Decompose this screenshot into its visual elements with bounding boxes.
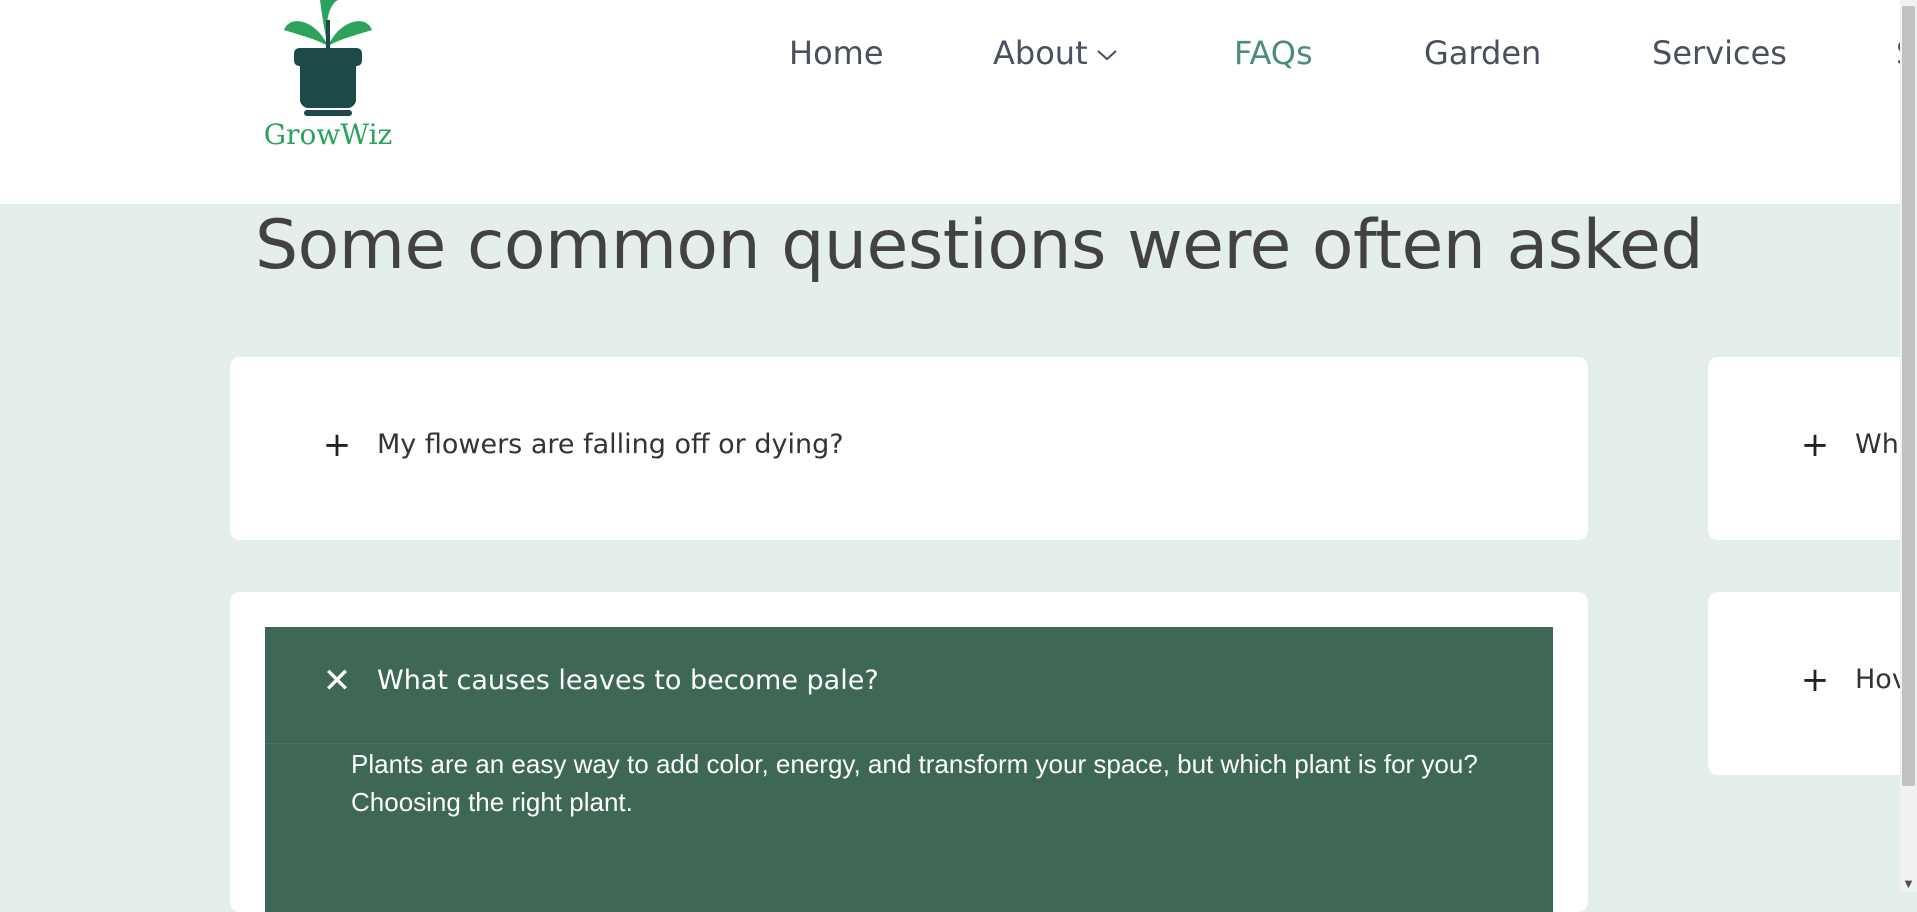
faq-question-row[interactable]: + Hov bbox=[1708, 656, 1917, 706]
nav-home[interactable]: Home bbox=[789, 28, 884, 78]
faq-question-row[interactable]: + Wh bbox=[1708, 421, 1917, 471]
scrollbar-thumb[interactable] bbox=[1902, 6, 1915, 786]
site-header: GrowWiz Home About FAQs Garden Services … bbox=[0, 0, 1900, 204]
faq-question: Wh bbox=[1855, 429, 1899, 460]
page-title: Some common questions were often asked bbox=[255, 206, 1704, 285]
faq-question: My flowers are falling off or dying? bbox=[377, 429, 844, 460]
logo-text: GrowWiz bbox=[263, 118, 393, 151]
plus-icon[interactable]: + bbox=[1800, 428, 1830, 462]
main-nav: Home About FAQs Garden Services S bbox=[0, 28, 1900, 78]
faq-item-expanded[interactable]: ✕ What causes leaves to become pale? Pla… bbox=[230, 592, 1588, 912]
faq-answer: Plants are an easy way to add color, ene… bbox=[351, 749, 1478, 817]
chevron-down-icon bbox=[1096, 50, 1117, 61]
plus-icon[interactable]: + bbox=[322, 428, 352, 462]
nav-about-label: About bbox=[993, 34, 1088, 72]
plus-icon[interactable]: + bbox=[1800, 663, 1830, 697]
nav-services[interactable]: Services bbox=[1652, 28, 1787, 78]
nav-about[interactable]: About bbox=[993, 28, 1118, 78]
scroll-down-arrow-icon[interactable]: ▼ bbox=[1900, 878, 1917, 892]
faq-answer-panel: ✕ What causes leaves to become pale? Pla… bbox=[265, 627, 1553, 912]
faq-question-row[interactable]: ✕ What causes leaves to become pale? bbox=[265, 657, 1553, 707]
faq-question-row[interactable]: + My flowers are falling off or dying? bbox=[230, 421, 1588, 471]
logo[interactable]: GrowWiz bbox=[258, 0, 398, 160]
vertical-scrollbar[interactable]: ▼ bbox=[1900, 0, 1917, 892]
divider bbox=[265, 743, 1553, 744]
close-icon[interactable]: ✕ bbox=[322, 664, 352, 698]
faq-item[interactable]: + My flowers are falling off or dying? bbox=[230, 357, 1588, 540]
nav-faqs[interactable]: FAQs bbox=[1234, 28, 1313, 78]
faq-item[interactable]: + Hov bbox=[1708, 592, 1917, 775]
faq-question: What causes leaves to become pale? bbox=[377, 665, 879, 696]
nav-garden[interactable]: Garden bbox=[1424, 28, 1541, 78]
faq-item[interactable]: + Wh bbox=[1708, 357, 1917, 540]
